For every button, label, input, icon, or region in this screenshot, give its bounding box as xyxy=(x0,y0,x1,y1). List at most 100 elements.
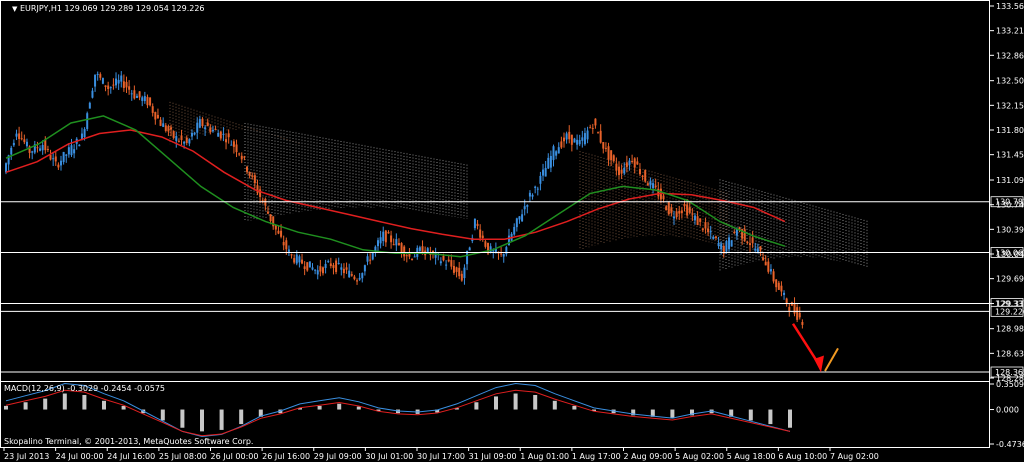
candle-body xyxy=(172,131,175,138)
candle-body xyxy=(576,139,579,145)
y-tick-label: 130.740 xyxy=(996,201,1024,210)
candle-body xyxy=(479,229,482,238)
candle-body xyxy=(246,166,249,172)
candle-body xyxy=(251,175,254,177)
candle-body xyxy=(154,112,157,120)
candle-body xyxy=(581,137,584,141)
x-tick-label: 25 Jul 08:00 xyxy=(159,452,207,461)
copyright-text: Skopalino Terminal, © 2001-2013, MetaQuo… xyxy=(4,437,253,446)
candle-body xyxy=(88,102,91,109)
candle-body xyxy=(573,138,576,143)
candle-body xyxy=(557,147,560,154)
triangle-down-icon[interactable]: ▼ xyxy=(12,5,18,13)
candle-body xyxy=(361,273,364,279)
candle-body xyxy=(266,211,269,214)
candle-body xyxy=(505,247,508,255)
macd-bar xyxy=(82,394,87,410)
candle-body xyxy=(487,242,490,254)
macd-bar xyxy=(239,409,244,425)
candle-body xyxy=(673,216,676,219)
candle-body xyxy=(395,239,398,246)
candle-body xyxy=(222,133,225,135)
candle-body xyxy=(759,246,762,251)
candle-body xyxy=(201,118,204,127)
macd-bar xyxy=(23,402,28,410)
candle-body xyxy=(269,214,272,222)
macd-bar xyxy=(748,409,753,421)
candle-body xyxy=(652,183,655,189)
candle-body xyxy=(350,274,353,276)
y-tick-label: 132.150 xyxy=(996,101,1024,110)
candle-body xyxy=(225,139,228,143)
candle-body xyxy=(675,211,678,217)
candle-body xyxy=(751,237,754,243)
candle-body xyxy=(112,84,115,86)
candle-body xyxy=(128,86,131,90)
candle-body xyxy=(248,172,251,176)
candle-body xyxy=(549,155,552,168)
candle-body xyxy=(392,244,395,246)
candle-body xyxy=(725,241,728,252)
candle-body xyxy=(324,263,327,269)
macd-bar xyxy=(4,405,8,410)
candle-body xyxy=(73,149,76,154)
candle-body xyxy=(777,282,780,290)
candle-body xyxy=(628,160,631,165)
candle-body xyxy=(12,142,15,146)
macd-bar xyxy=(670,409,675,419)
candle-body xyxy=(130,93,133,95)
candle-body xyxy=(41,145,44,151)
candle-body xyxy=(746,241,749,244)
candle-body xyxy=(164,125,167,131)
x-tick-label: 30 Jul 17:00 xyxy=(417,452,465,461)
candle-body xyxy=(337,262,340,264)
macd-bar xyxy=(160,409,165,421)
x-tick-label: 26 Jul 16:00 xyxy=(262,452,310,461)
candle-body xyxy=(463,267,466,279)
candle-body xyxy=(450,260,453,267)
y-tick-label: 128.280 xyxy=(996,374,1024,383)
candle-body xyxy=(287,249,290,252)
candle-body xyxy=(413,256,416,258)
candle-body xyxy=(735,229,738,236)
candle-body xyxy=(662,195,665,200)
candle-body xyxy=(526,205,529,207)
candle-body xyxy=(303,266,306,270)
candle-body xyxy=(720,243,723,250)
candle-body xyxy=(764,261,767,266)
y-tick-label: 131.800 xyxy=(996,126,1024,135)
candle-body xyxy=(376,240,379,247)
candle-body xyxy=(188,139,191,144)
y-tick-label: 128.980 xyxy=(996,325,1024,334)
candle-body xyxy=(544,167,547,177)
candle-body xyxy=(555,151,558,156)
candle-body xyxy=(636,161,639,165)
candle-body xyxy=(363,265,366,272)
macd-bar xyxy=(513,393,518,410)
level-label: 129.226 xyxy=(995,307,1024,316)
candle-body xyxy=(149,97,152,106)
x-tick-label: 26 Jul 00:00 xyxy=(211,452,259,461)
candle-body xyxy=(704,222,707,229)
candle-body xyxy=(196,122,199,133)
candle-body xyxy=(235,144,238,153)
y-tick-label: 130.390 xyxy=(996,225,1024,234)
candle-body xyxy=(683,203,686,207)
x-tick-label: 24 Jul 00:00 xyxy=(56,452,104,461)
candle-body xyxy=(25,141,28,147)
macd-bar xyxy=(768,409,773,425)
candle-body xyxy=(696,216,699,226)
x-tick-label: 5 Aug 02:00 xyxy=(675,452,724,461)
candle-body xyxy=(670,207,673,213)
candle-body xyxy=(400,243,403,252)
y-tick-label: 132.500 xyxy=(996,77,1024,86)
candle-body xyxy=(240,155,243,160)
candle-body xyxy=(411,259,414,261)
candle-body xyxy=(125,81,128,88)
candle-body xyxy=(560,141,563,148)
macd-bar xyxy=(337,403,342,410)
macd-bar xyxy=(200,409,204,432)
candle-body xyxy=(151,106,154,113)
candle-body xyxy=(227,133,230,138)
candle-body xyxy=(712,236,715,239)
